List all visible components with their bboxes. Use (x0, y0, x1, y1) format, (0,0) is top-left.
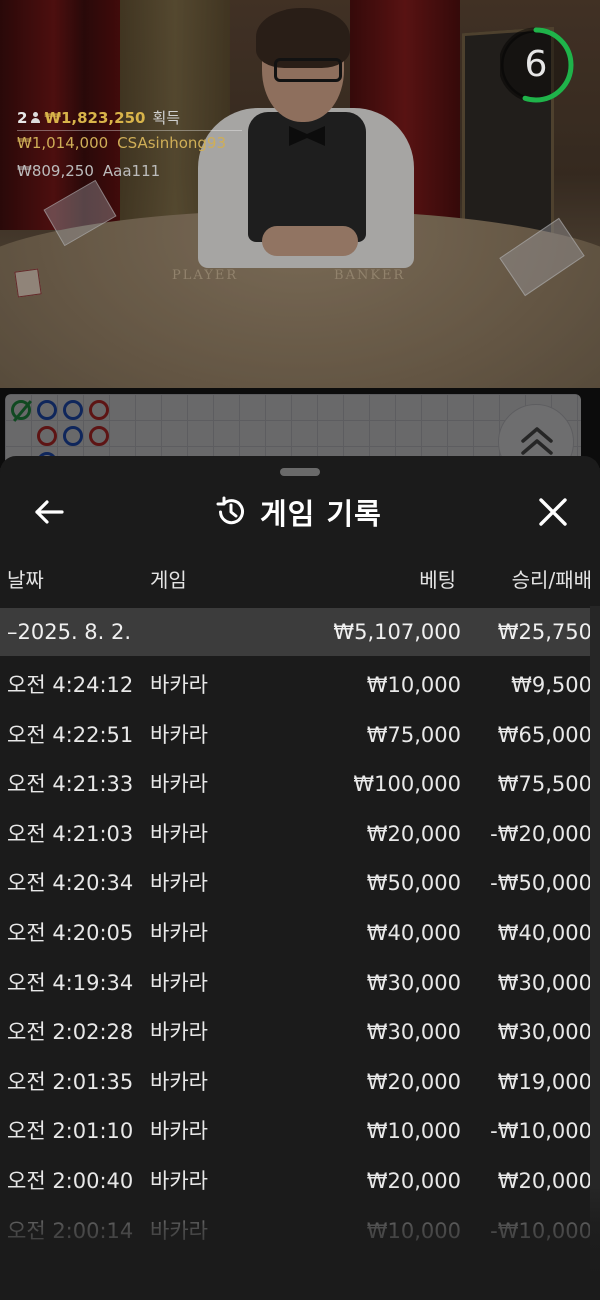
row-time: 오전 4:22:51 (7, 722, 134, 747)
history-row[interactable]: 오전 4:21:03 바카라 ₩20,000 -₩20,000 (0, 810, 600, 860)
person-icon (30, 112, 41, 124)
sheet-drag-handle[interactable] (280, 468, 320, 476)
row-time: 오전 4:21:03 (7, 821, 134, 846)
row-bet: ₩20,000 (366, 821, 461, 846)
column-header-win-loss[interactable]: 승리/패배 (512, 564, 592, 593)
row-time: 오전 2:00:14 (7, 1218, 134, 1243)
row-bet: ₩75,000 (366, 722, 461, 747)
winner-entry: ₩809,250 Aaa111 (17, 160, 226, 188)
row-time: 오전 2:01:10 (7, 1119, 134, 1144)
winners-count: 2 (17, 109, 28, 127)
row-bet: ₩10,000 (366, 1218, 461, 1243)
row-game: 바카라 (150, 1020, 208, 1045)
row-win-loss: ₩20,000 (497, 1168, 592, 1193)
history-row[interactable]: 오전 2:01:35 바카라 ₩20,000 ₩19,000 (0, 1058, 600, 1108)
row-bet: ₩20,000 (366, 1168, 461, 1193)
row-game: 바카라 (150, 1119, 208, 1144)
row-win-loss: ₩19,000 (497, 1069, 592, 1094)
row-win-loss: -₩20,000 (490, 821, 592, 846)
winner-entry: ₩1,014,000 CSAsinhong93 (17, 132, 226, 160)
column-header-bet[interactable]: 베팅 (419, 564, 456, 593)
row-game: 바카라 (150, 821, 208, 846)
close-icon (539, 498, 567, 526)
history-row[interactable]: 오전 4:21:33 바카라 ₩100,000 ₩75,500 (0, 760, 600, 810)
row-bet: ₩30,000 (366, 1020, 461, 1045)
row-game: 바카라 (150, 871, 208, 896)
row-bet: ₩50,000 (366, 871, 461, 896)
row-bet: ₩20,000 (366, 1069, 461, 1094)
row-win-loss: ₩40,000 (497, 920, 592, 945)
arrow-left-icon (35, 500, 64, 524)
row-time: 오전 4:21:33 (7, 772, 134, 797)
timer-value: 6 (524, 44, 548, 85)
row-win-loss: ₩30,000 (497, 970, 592, 995)
row-time: 오전 2:02:28 (7, 1020, 134, 1045)
row-win-loss: ₩9,500 (511, 673, 592, 697)
row-game: 바카라 (150, 970, 208, 995)
history-row[interactable]: 오전 4:20:34 바카라 ₩50,000 -₩50,000 (0, 859, 600, 909)
row-time: 오전 2:01:35 (7, 1069, 134, 1094)
history-row[interactable]: 오전 4:20:05 바카라 ₩40,000 ₩40,000 (0, 909, 600, 959)
row-game: 바카라 (150, 920, 208, 945)
sheet-title: 게임 기록 (260, 497, 382, 531)
countdown-timer: 6 (498, 24, 578, 106)
row-bet: ₩10,000 (366, 673, 461, 697)
winner-name: CSAsinhong93 (117, 134, 226, 152)
close-button[interactable] (533, 492, 573, 532)
history-list: 오전 4:24:12 바카라 ₩10,000 ₩9,500 오전 4:22:51 바카라 ₩… (0, 661, 600, 1256)
row-bet: ₩10,000 (366, 1119, 461, 1144)
winner-amount: ₩1,014,000 (17, 134, 109, 152)
row-win-loss: -₩10,000 (490, 1119, 592, 1144)
winners-label: 획득 (152, 109, 181, 127)
row-time: 오전 4:20:34 (7, 871, 134, 896)
row-win-loss: -₩50,000 (490, 871, 592, 896)
history-row[interactable]: 오전 4:24:12 바카라 ₩10,000 ₩9,500 (0, 661, 600, 711)
row-win-loss: ₩30,000 (497, 1020, 592, 1045)
winners-total: ₩1,823,250 (44, 109, 146, 127)
history-row[interactable]: 오전 2:01:10 바카라 ₩10,000 -₩10,000 (0, 1107, 600, 1157)
winner-name: Aaa111 (102, 162, 161, 180)
winners-summary: 2 ₩1,823,250 획득 (17, 104, 226, 132)
row-win-loss: ₩75,500 (497, 772, 592, 797)
sheet-header: 게임 기록 (0, 482, 600, 540)
back-button[interactable] (30, 492, 70, 532)
game-history-sheet: 게임 기록 날짜 게임 베팅 승리/패배 –2025. 8. 2. ₩5,107… (0, 456, 600, 1300)
row-game: 바카라 (150, 1168, 208, 1193)
column-header-date[interactable]: 날짜 (7, 564, 44, 593)
row-game: 바카라 (150, 673, 208, 697)
row-game: 바카라 (150, 1218, 208, 1243)
row-win-loss: ₩65,000 (497, 722, 592, 747)
history-row[interactable]: 오전 4:22:51 바카라 ₩75,000 ₩65,000 (0, 711, 600, 761)
day-win-total: ₩25,750 (497, 620, 592, 644)
day-bet-total: ₩5,107,000 (333, 620, 461, 644)
winner-amount: ₩809,250 (17, 162, 94, 180)
row-time: 오전 2:00:40 (7, 1168, 134, 1193)
row-game: 바카라 (150, 1069, 208, 1094)
row-game: 바카라 (150, 722, 208, 747)
row-win-loss: -₩10,000 (490, 1218, 592, 1243)
row-time: 오전 4:20:05 (7, 920, 134, 945)
day-summary-row[interactable]: –2025. 8. 2. ₩5,107,000 ₩25,750 (0, 608, 600, 656)
winners-panel: 2 ₩1,823,250 획득 ₩1,014,000 CSAsinhong93 … (17, 104, 226, 188)
history-row[interactable]: 오전 2:00:40 바카라 ₩20,000 ₩20,000 (0, 1157, 600, 1207)
day-date: –2025. 8. 2. (7, 620, 132, 644)
row-time: 오전 4:19:34 (7, 970, 134, 995)
row-time: 오전 4:24:12 (7, 673, 134, 697)
history-clock-icon (216, 496, 244, 525)
row-game: 바카라 (150, 772, 208, 797)
history-row[interactable]: 오전 4:19:34 바카라 ₩30,000 ₩30,000 (0, 959, 600, 1009)
row-bet: ₩100,000 (353, 772, 461, 797)
row-bet: ₩40,000 (366, 920, 461, 945)
history-row[interactable]: 오전 2:00:14 바카라 ₩10,000 -₩10,000 (0, 1207, 600, 1257)
row-bet: ₩30,000 (366, 970, 461, 995)
column-header-game[interactable]: 게임 (150, 564, 187, 593)
history-row[interactable]: 오전 2:02:28 바카라 ₩30,000 ₩30,000 (0, 1008, 600, 1058)
sheet-title-group: 게임 기록 (214, 490, 382, 534)
scrollbar[interactable] (590, 606, 600, 1300)
